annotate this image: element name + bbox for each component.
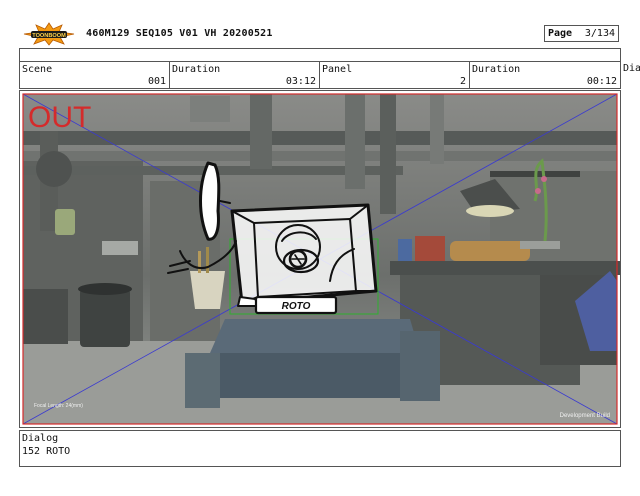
build-text: Development Build: [560, 413, 610, 419]
panel-value: 2: [459, 76, 466, 87]
scene-label: Scene: [22, 64, 53, 75]
overhead-pipe: [23, 131, 617, 145]
toonboom-logo: TOONBOOM: [22, 22, 76, 46]
panel-cell: Panel 2: [319, 61, 470, 89]
duration-label: Duration: [172, 64, 221, 75]
dialog-text: 152 ROTO: [22, 446, 71, 457]
panel-duration-value: 00:12: [586, 76, 617, 87]
document-title: 460M129 SEQ105 V01 VH 20200521: [86, 28, 273, 39]
page-value: 3/134: [584, 28, 615, 39]
out-label: OUT: [28, 101, 91, 134]
scene-cell: Scene 001: [19, 61, 170, 89]
page-label: Page: [548, 28, 573, 39]
duration-value: 03:12: [285, 76, 316, 87]
roto-sign-text: ROTO: [282, 301, 311, 312]
dialog-column-label: Dia: [623, 63, 640, 74]
logo-text: TOONBOOM: [32, 33, 66, 39]
page-counter: Page 3/134: [544, 25, 619, 42]
dialog-box: Dialog 152 ROTO: [19, 430, 621, 467]
scene-value: 001: [147, 76, 166, 87]
focal-length-text: Focal Length: 24(mm): [34, 403, 83, 409]
trash-can: [80, 289, 130, 347]
duration-cell: Duration 03:12: [169, 61, 320, 89]
center-table: [210, 319, 420, 353]
header-strip: [19, 48, 621, 61]
panel-duration-label: Duration: [472, 64, 521, 75]
panel-label: Panel: [322, 64, 353, 75]
dialog-label: Dialog: [22, 433, 59, 444]
storyboard-panel: ROTO OUT Focal Length: 24(mm) Developmen…: [19, 90, 621, 428]
panel-duration-cell: Duration 00:12: [469, 61, 621, 89]
